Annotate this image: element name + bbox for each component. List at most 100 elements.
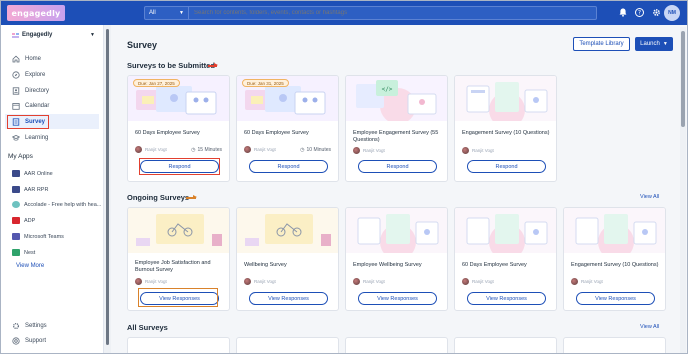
sidebar-item-calendar[interactable]: Calendar: [12, 99, 49, 112]
sidebar-item-explore[interactable]: Explore: [12, 68, 45, 81]
to-submit-heading: Surveys to be Submitted: [127, 61, 215, 70]
view-responses-highlight-box: [138, 288, 218, 307]
chevron-down-icon[interactable]: ▼: [90, 32, 95, 38]
author-name: Ranjit Vogt: [363, 148, 385, 153]
annotation-arrow: [186, 195, 197, 199]
app-label: Microsoft Teams: [24, 233, 64, 240]
all-surveys-view-all-link[interactable]: View All: [640, 324, 659, 330]
survey-card[interactable]: Engagement Survey (10 Questions) Ranjit …: [563, 207, 666, 311]
due-badge: Due: Jan 31, 2025: [242, 79, 289, 87]
aar-app-icon: [12, 170, 20, 177]
card-illustration: [564, 208, 665, 253]
card-author: Ranjit Vogt: [571, 278, 603, 285]
app-label: Accolade - Free help with hea...: [24, 201, 102, 208]
support-icon: [12, 336, 20, 345]
author-name: Ranjit Vogt: [363, 279, 385, 284]
view-responses-button[interactable]: View Responses: [358, 292, 437, 305]
ongoing-heading: Ongoing Surveys: [127, 193, 190, 202]
view-responses-button[interactable]: View Responses: [249, 292, 328, 305]
survey-card[interactable]: [345, 337, 448, 353]
app-label: AAR Online: [24, 170, 53, 177]
card-author: Ranjit Vogt: [244, 146, 276, 153]
gear-icon: [12, 322, 20, 330]
survey-card[interactable]: [236, 337, 339, 353]
card-illustration: [455, 208, 556, 253]
card-author: Ranjit Vogt: [353, 278, 385, 285]
card-illustration: [346, 208, 447, 253]
card-illustration: </>: [346, 76, 447, 121]
survey-card[interactable]: </> Employee Engagement Survey (55 Quest…: [345, 75, 448, 182]
nest-app-icon: [12, 249, 20, 256]
respond-button[interactable]: Respond: [467, 160, 546, 173]
author-name: Ranjit Vogt: [472, 148, 494, 153]
sidebar-item-label: Learning: [25, 134, 49, 141]
sidebar-item-support[interactable]: Support: [12, 334, 46, 347]
sidebar-item-label: Support: [25, 337, 47, 344]
page-title: Survey: [127, 40, 158, 50]
global-search: All ▼: [144, 6, 597, 20]
author-avatar: [135, 278, 142, 285]
view-responses-button[interactable]: View Responses: [576, 292, 655, 305]
launch-button[interactable]: Launch ▼: [635, 37, 673, 51]
app-item-microsoft-teams[interactable]: Microsoft Teams: [12, 230, 64, 243]
template-library-button[interactable]: Template Library: [573, 37, 630, 51]
org-switcher[interactable]: Engagedly: [12, 32, 52, 38]
aar-app-icon: [12, 186, 20, 193]
compass-icon: [12, 70, 20, 79]
survey-card[interactable]: Engagement Survey (10 Questions) Ranjit …: [454, 75, 557, 182]
survey-card[interactable]: Due: Jan 31, 2025 60 Days Employee Surve…: [236, 75, 339, 182]
card-title: 60 Days Employee Survey: [462, 262, 527, 268]
search-scope-select[interactable]: All ▼: [145, 7, 189, 19]
author-avatar: [353, 147, 360, 154]
ongoing-view-all-link[interactable]: View All: [640, 194, 659, 200]
card-illustration: [128, 208, 229, 253]
card-illustration: [237, 208, 338, 253]
author-avatar: [135, 146, 142, 153]
app-item-accolade[interactable]: Accolade - Free help with hea...: [12, 198, 101, 211]
user-avatar[interactable]: NM: [664, 5, 680, 21]
gear-icon[interactable]: [652, 7, 661, 17]
card-author: Ranjit Vogt: [135, 146, 167, 153]
main-scrollbar[interactable]: [681, 31, 685, 127]
app-window: engagedly All ▼ ? NM Engagedly ▼: [0, 0, 688, 354]
respond-button[interactable]: Respond: [358, 160, 437, 173]
sidebar-item-settings[interactable]: Settings: [12, 319, 47, 332]
survey-card[interactable]: [454, 337, 557, 353]
annotation-arrow: [208, 63, 218, 67]
author-avatar: [462, 278, 469, 285]
app-item-aar-online[interactable]: AAR Online: [12, 167, 53, 180]
survey-card[interactable]: [127, 337, 230, 353]
author-avatar: [244, 146, 251, 153]
view-more-link[interactable]: View More: [16, 263, 44, 269]
svg-text:?: ?: [638, 9, 641, 16]
sidebar-item-directory[interactable]: Directory: [12, 84, 49, 97]
my-apps-heading: My Apps: [8, 153, 33, 160]
search-scope-value: All: [149, 10, 156, 16]
help-icon[interactable]: ?: [635, 7, 644, 17]
card-duration: ◷ 15 Minutes: [191, 147, 222, 153]
bell-icon[interactable]: [618, 7, 627, 17]
engagedly-logo[interactable]: engagedly: [7, 5, 65, 21]
app-item-adp[interactable]: ADP: [12, 214, 35, 227]
card-illustration: [455, 76, 556, 121]
search-input[interactable]: [189, 10, 596, 16]
survey-card[interactable]: 60 Days Employee Survey Ranjit Vogt View…: [454, 207, 557, 311]
respond-button[interactable]: Respond: [249, 160, 328, 173]
survey-card[interactable]: Wellbeing Survey Ranjit Vogt View Respon…: [236, 207, 339, 311]
survey-card[interactable]: [563, 337, 666, 353]
sidebar-scrollbar[interactable]: [106, 29, 109, 345]
card-title: Engagement Survey (10 Questions): [571, 262, 659, 268]
app-item-nest[interactable]: Nest: [12, 246, 35, 259]
author-name: Ranjit Vogt: [254, 279, 276, 284]
author-name: Ranjit Vogt: [254, 147, 276, 152]
sidebar-item-home[interactable]: Home: [12, 52, 41, 65]
view-responses-button[interactable]: View Responses: [467, 292, 546, 305]
card-title: Employee Engagement Survey (55 Questions…: [353, 130, 439, 143]
author-name: Ranjit Vogt: [581, 279, 603, 284]
survey-card[interactable]: Employee Wellbeing Survey Ranjit Vogt Vi…: [345, 207, 448, 311]
card-author: Ranjit Vogt: [135, 278, 167, 285]
due-badge: Due: Jan 27, 2025: [133, 79, 180, 87]
app-label: ADP: [24, 217, 36, 224]
sidebar-item-learning[interactable]: Learning: [12, 131, 48, 144]
app-item-aar-rpr[interactable]: AAR RPR: [12, 183, 48, 196]
